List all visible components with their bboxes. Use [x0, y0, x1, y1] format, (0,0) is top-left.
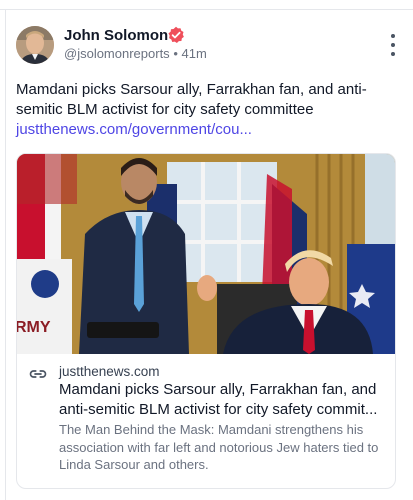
card-body[interactable]: justthenews.com Mamdani picks Sarsour al…	[17, 354, 395, 488]
more-options-button[interactable]	[385, 34, 401, 56]
card-title-line-1: Mamdani picks Sarsour ally, Farrakhan fa…	[59, 381, 377, 398]
link-icon	[29, 370, 47, 378]
top-divider	[0, 0, 413, 10]
article-photo[interactable]: RMY	[17, 154, 395, 354]
more-vertical-icon	[391, 34, 395, 38]
card-title[interactable]: Mamdani picks Sarsour ally, Farrakhan fa…	[59, 380, 391, 420]
card-title-line-2: anti-semitic BLM activist for city safet…	[59, 401, 378, 418]
link-preview-card[interactable]: RMY justthenews.com Mamdani picks Sarsou…	[16, 153, 396, 489]
meta-separator: •	[173, 46, 178, 61]
card-domain: justthenews.com	[59, 364, 160, 379]
author-avatar[interactable]	[16, 26, 54, 64]
verified-badge-icon	[168, 26, 184, 43]
author-meta: @jsolomonreports • 41m	[64, 46, 207, 61]
post-link[interactable]: justthenews.com/government/cou...	[16, 120, 252, 140]
author-handle[interactable]: @jsolomonreports	[64, 46, 170, 61]
post-time[interactable]: 41m	[182, 46, 207, 61]
flag-text: RMY	[17, 319, 51, 336]
post-text: Mamdani picks Sarsour ally, Farrakhan fa…	[16, 81, 367, 118]
card-description: The Man Behind the Mask: Mamdani strengt…	[59, 422, 379, 472]
post[interactable]: John Solomon @jsolomonreports • 41m Mamd…	[6, 10, 413, 500]
author-name[interactable]: John Solomon	[64, 27, 168, 44]
